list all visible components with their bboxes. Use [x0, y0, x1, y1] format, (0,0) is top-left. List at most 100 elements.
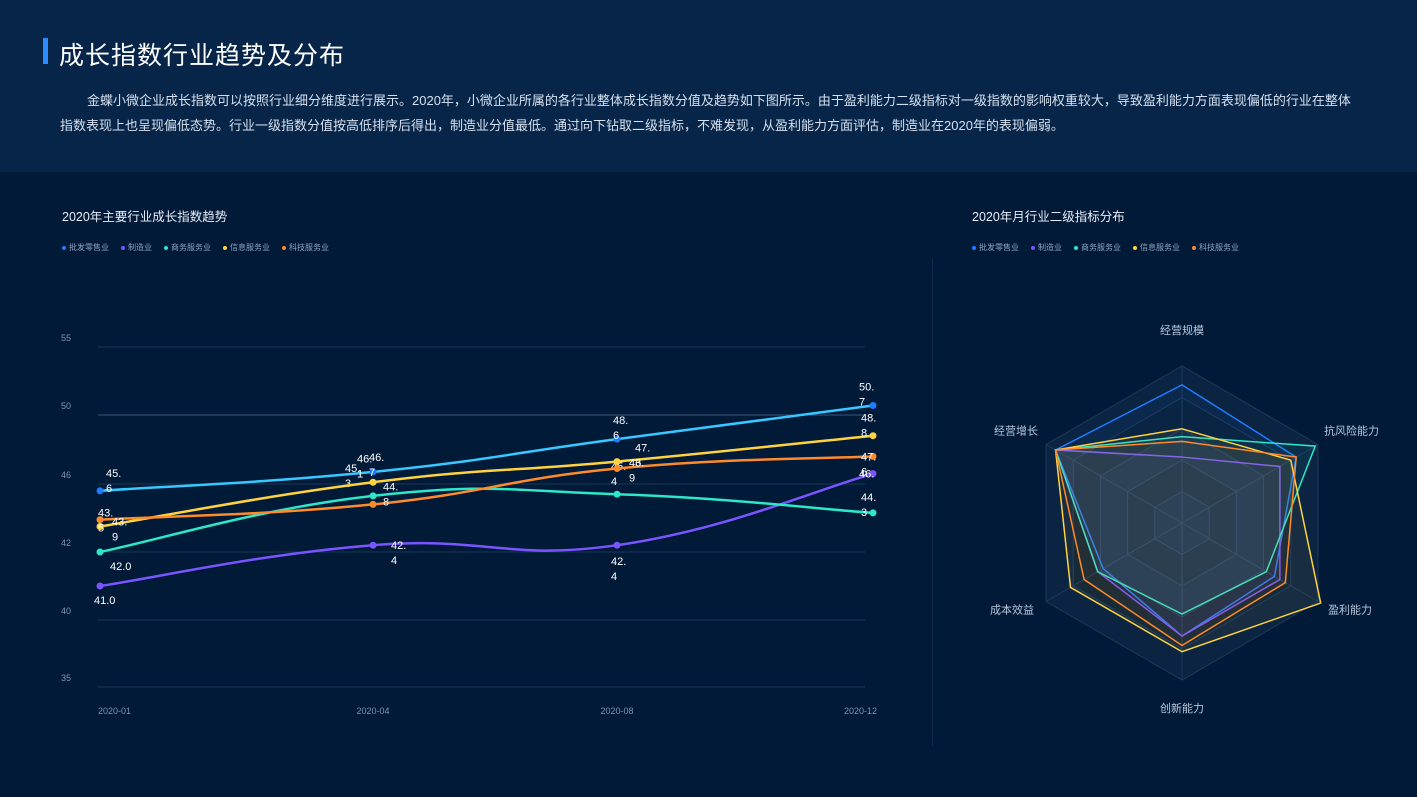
page-title: 成长指数行业趋势及分布 — [59, 42, 346, 70]
trend-data-label: 9 — [629, 472, 635, 484]
page-description: 金蝶小微企业成长指数可以按照行业细分维度进行展示。2020年，小微企业所属的各行… — [60, 93, 1351, 133]
trend-data-label: 50. — [859, 381, 874, 393]
trend-y-tick-label: 50 — [61, 401, 71, 411]
trend-legend-item[interactable]: 制造业 — [121, 242, 152, 253]
trend-legend-label: 制造业 — [128, 243, 152, 252]
trend-legend-marker — [62, 245, 66, 250]
radar-legend-item[interactable]: 商务服务业 — [1074, 242, 1121, 253]
trend-data-label: 44. — [383, 481, 398, 493]
trend-data-label: 6 — [106, 483, 112, 495]
trend-legend-marker — [164, 245, 168, 250]
trend-legend-label: 商务服务业 — [171, 243, 211, 252]
header-panel — [0, 0, 1417, 172]
trend-legend-marker — [223, 245, 227, 250]
trend-data-point[interactable] — [869, 432, 877, 440]
radar-indicator-label: 创新能力 — [1160, 701, 1204, 715]
trend-data-label: 5 — [98, 523, 104, 535]
trend-data-point[interactable] — [369, 478, 377, 486]
trend-data-label: 4 — [391, 555, 397, 567]
trend-x-tick-label: 2020-04 — [356, 706, 389, 716]
radar-legend-marker — [1192, 245, 1196, 250]
trend-x-tick-label: 2020-12 — [844, 706, 877, 716]
trend-x-tick-label: 2020-08 — [600, 706, 633, 716]
trend-data-label: 3 — [345, 478, 351, 490]
title-accent-bar — [43, 38, 48, 64]
trend-data-point[interactable] — [613, 490, 621, 498]
trend-data-label: 47. — [635, 443, 650, 455]
trend-data-label: 43. — [112, 517, 127, 529]
trend-data-point[interactable] — [96, 548, 104, 556]
trend-data-label: 46. — [357, 453, 372, 465]
trend-data-label: 1 — [357, 468, 363, 480]
trend-data-point[interactable] — [869, 509, 877, 517]
trend-data-label: 42. — [391, 540, 406, 552]
trend-legend-marker — [121, 245, 125, 250]
trend-legend-item[interactable]: 商务服务业 — [164, 242, 211, 253]
trend-legend-item[interactable]: 批发零售业 — [62, 242, 109, 253]
trend-data-label: 4 — [611, 571, 617, 583]
trend-y-tick-label: 46 — [61, 470, 71, 480]
trend-data-label: 8 — [383, 496, 389, 508]
trend-data-label: 42. — [611, 556, 626, 568]
radar-legend-item[interactable]: 制造业 — [1031, 242, 1062, 253]
radar-legend-marker — [1031, 245, 1035, 250]
trend-data-label: 8 — [861, 428, 867, 440]
radar-legend-item[interactable]: 批发零售业 — [972, 242, 1019, 253]
trend-y-tick-label: 35 — [61, 673, 71, 683]
trend-data-label: 46. — [629, 457, 644, 469]
radar-legend-label: 制造业 — [1038, 243, 1062, 252]
trend-data-point[interactable] — [613, 541, 621, 549]
trend-data-label: 4 — [611, 476, 617, 488]
trend-series-line — [99, 472, 874, 588]
trend-legend-item[interactable]: 信息服务业 — [223, 242, 270, 253]
trend-data-label: 47. — [861, 451, 876, 463]
trend-data-point[interactable] — [369, 492, 377, 500]
trend-data-label: 42.0 — [110, 561, 131, 573]
trend-data-label: 45. — [106, 468, 121, 480]
radar-legend-marker — [1133, 245, 1137, 250]
trend-data-label: 7 — [859, 396, 865, 408]
radar-legend-label: 批发零售业 — [979, 243, 1019, 252]
radar-chart-title: 2020年月行业二级指标分布 — [972, 210, 1125, 224]
trend-data-label: 48. — [613, 415, 628, 427]
trend-data-point[interactable] — [369, 541, 377, 549]
trend-legend-item[interactable]: 科技服务业 — [282, 242, 329, 253]
radar-legend-item[interactable]: 科技服务业 — [1192, 242, 1239, 253]
trend-legend-label: 信息服务业 — [230, 243, 270, 252]
trend-y-tick-label: 40 — [61, 606, 71, 616]
trend-data-label: 6 — [613, 430, 619, 442]
radar-legend-item[interactable]: 信息服务业 — [1133, 242, 1180, 253]
radar-indicator-label: 成本效益 — [990, 603, 1034, 617]
trend-x-tick-label: 2020-01 — [98, 706, 131, 716]
trend-data-label: 7 — [369, 467, 375, 479]
trend-data-point[interactable] — [613, 458, 621, 466]
trend-data-label: 48. — [861, 413, 876, 425]
trend-series-line — [99, 487, 874, 554]
trend-chart-legend: 批发零售业 制造业 商务服务业 信息服务业 科技服务业 — [62, 242, 329, 253]
radar-legend-label: 信息服务业 — [1140, 243, 1180, 252]
radar-indicator-label: 抗风险能力 — [1324, 424, 1379, 438]
trend-data-label: 41.0 — [94, 595, 115, 607]
trend-data-label: 9 — [112, 532, 118, 544]
trend-data-point[interactable] — [96, 582, 104, 590]
trend-legend-label: 批发零售业 — [69, 243, 109, 252]
trend-chart-title: 2020年主要行业成长指数趋势 — [62, 210, 228, 224]
trend-data-point[interactable] — [96, 516, 104, 524]
trend-data-label: 6 — [861, 466, 867, 478]
radar-legend-marker — [1074, 245, 1078, 250]
trend-y-tick-label: 55 — [61, 333, 71, 343]
radar-indicator-label: 经营规模 — [1160, 323, 1204, 337]
radar-legend-label: 商务服务业 — [1081, 243, 1121, 252]
trend-data-point[interactable] — [96, 487, 104, 495]
trend-data-point[interactable] — [869, 401, 877, 409]
trend-legend-label: 科技服务业 — [289, 243, 329, 252]
radar-indicator-label: 经营增长 — [994, 424, 1038, 438]
trend-data-point[interactable] — [369, 500, 377, 508]
radar-legend-label: 科技服务业 — [1199, 243, 1239, 252]
radar-indicator-label: 盈利能力 — [1328, 603, 1372, 617]
trend-series-line — [99, 455, 874, 521]
radar-legend-marker — [972, 245, 976, 250]
trend-data-label: 3 — [861, 507, 867, 519]
trend-data-point[interactable] — [613, 464, 621, 472]
trend-data-label: 44. — [861, 492, 876, 504]
